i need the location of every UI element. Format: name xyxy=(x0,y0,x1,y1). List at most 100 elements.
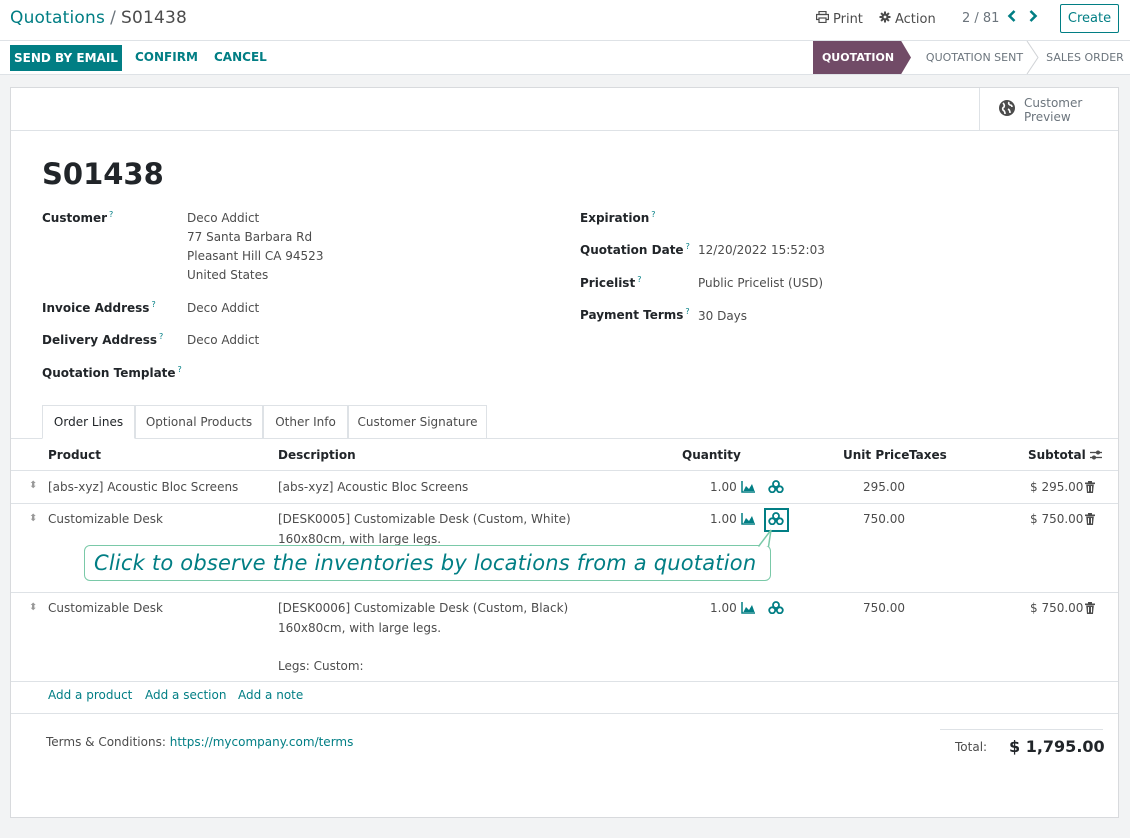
form-sheet: Customer Preview S01438 Customer? Deco A… xyxy=(10,87,1119,818)
customer-preview-button[interactable]: Customer Preview xyxy=(979,88,1118,131)
stage-quotation-sent[interactable]: QUOTATION SENT xyxy=(912,41,1037,74)
customer-name: Deco Addict xyxy=(187,211,260,225)
column-header-subtotal[interactable]: Subtotal xyxy=(1028,448,1086,462)
row1-subtotal: $ 295.00 xyxy=(1030,480,1084,494)
delivery-address-field[interactable]: Deco Addict xyxy=(187,331,259,350)
row3-quantity[interactable]: 1.00 xyxy=(710,598,737,618)
pricelist-label: Pricelist? xyxy=(580,275,642,290)
row2-unit-price[interactable]: 750.00 xyxy=(863,509,905,529)
breadcrumb-current: S01438 xyxy=(121,8,188,28)
quotation-template-label: Quotation Template? xyxy=(42,365,182,380)
row1-quantity[interactable]: 1.00 xyxy=(710,477,737,497)
chevron-right-icon[interactable] xyxy=(1028,9,1038,27)
expiration-label: Expiration? xyxy=(580,210,656,225)
inventory-locations-icon[interactable] xyxy=(768,601,784,614)
row2-subtotal: $ 750.00 xyxy=(1030,512,1084,526)
total-label: Total: xyxy=(955,740,988,754)
row3-description-line2[interactable]: 160x80cm, with large legs. xyxy=(278,618,441,638)
record-name: S01438 xyxy=(42,157,164,191)
stage-sales-order[interactable]: SALES ORDER xyxy=(1040,41,1130,74)
payment-terms-label: Payment Terms? xyxy=(580,307,690,322)
action-button[interactable]: Action xyxy=(879,11,936,27)
row3-description-line3[interactable]: Legs: Custom: xyxy=(278,656,364,676)
globe-icon xyxy=(998,99,1016,120)
column-header-quantity[interactable]: Quantity xyxy=(682,448,741,462)
customer-address-line1: 77 Santa Barbara Rd xyxy=(187,230,313,244)
instruction-callout: Click to observe the inventories by loca… xyxy=(84,545,771,581)
inventory-locations-icon[interactable] xyxy=(768,480,784,493)
forecast-chart-icon[interactable] xyxy=(741,602,756,614)
tab-other-info[interactable]: Other Info xyxy=(263,405,348,438)
row1-description[interactable]: [abs-xyz] Acoustic Bloc Screens xyxy=(278,477,468,497)
trash-icon[interactable] xyxy=(1085,513,1095,528)
preview-label-line2: Preview xyxy=(1024,109,1071,124)
trash-icon[interactable] xyxy=(1085,481,1095,496)
control-panel: Quotations / S01438 Print Action 2 / 81 Cr… xyxy=(0,0,1130,41)
tab-optional-products[interactable]: Optional Products xyxy=(135,405,263,438)
button-box: Customer Preview xyxy=(11,88,1118,131)
breadcrumb: Quotations / S01438 xyxy=(10,8,187,28)
payment-terms-field[interactable]: 30 Days xyxy=(698,307,747,326)
add-section-link[interactable]: Add a section xyxy=(145,688,226,702)
stage-quotation[interactable]: QUOTATION xyxy=(813,41,911,74)
trash-icon[interactable] xyxy=(1085,602,1095,617)
pager-value[interactable]: 2 / 81 xyxy=(962,11,999,26)
stage-divider xyxy=(1026,41,1039,74)
drag-handle-icon[interactable]: ⬍ xyxy=(29,480,37,491)
terms-url-link[interactable]: https://mycompany.com/terms xyxy=(170,735,354,749)
column-header-description[interactable]: Description xyxy=(278,448,356,462)
row1-unit-price[interactable]: 295.00 xyxy=(863,477,905,497)
add-note-link[interactable]: Add a note xyxy=(238,688,303,702)
row2-product[interactable]: Customizable Desk xyxy=(48,509,163,529)
row3-unit-price[interactable]: 750.00 xyxy=(863,598,905,618)
customer-address-line2: Pleasant Hill CA 94523 xyxy=(187,249,324,263)
quotation-date-field[interactable]: 12/20/2022 15:52:03 xyxy=(698,241,825,260)
print-icon xyxy=(816,10,830,27)
total-divider xyxy=(940,729,1103,730)
column-header-product[interactable]: Product xyxy=(48,448,101,462)
delivery-address-label: Delivery Address? xyxy=(42,332,164,347)
inventory-locations-icon[interactable] xyxy=(768,512,784,525)
invoice-address-label: Invoice Address? xyxy=(42,300,156,315)
create-button[interactable]: Create xyxy=(1060,4,1119,33)
row2-description-line1[interactable]: [DESK0005] Customizable Desk (Custom, Wh… xyxy=(278,509,571,529)
tab-order-lines[interactable]: Order Lines xyxy=(42,405,135,439)
column-header-taxes[interactable]: Taxes xyxy=(909,448,947,462)
column-settings-icon[interactable] xyxy=(1089,449,1103,461)
invoice-address-field[interactable]: Deco Addict xyxy=(187,299,259,318)
row3-description-line1[interactable]: [DESK0006] Customizable Desk (Custom, Bl… xyxy=(278,598,568,618)
send-by-email-button[interactable]: SEND BY EMAIL xyxy=(10,45,122,71)
forecast-chart-icon[interactable] xyxy=(741,513,756,525)
column-header-unit-price[interactable]: Unit Price xyxy=(843,448,909,462)
row-divider xyxy=(11,503,1118,504)
tab-customer-signature[interactable]: Customer Signature xyxy=(348,405,487,438)
customer-address-line3: United States xyxy=(187,268,269,282)
status-bar: SEND BY EMAIL CONFIRM CANCEL QUOTATION Q… xyxy=(0,41,1130,75)
print-button[interactable]: Print xyxy=(816,10,863,27)
row3-product[interactable]: Customizable Desk xyxy=(48,598,163,618)
chevron-left-icon[interactable] xyxy=(1007,9,1017,27)
row2-quantity[interactable]: 1.00 xyxy=(710,509,737,529)
quotation-date-label: Quotation Date? xyxy=(580,242,690,257)
preview-label-line1: Customer xyxy=(1024,95,1083,110)
row3-subtotal: $ 750.00 xyxy=(1030,601,1084,615)
drag-handle-icon[interactable]: ⬍ xyxy=(29,602,37,613)
row1-product[interactable]: [abs-xyz] Acoustic Bloc Screens xyxy=(48,477,238,497)
row-divider xyxy=(11,681,1118,682)
confirm-button[interactable]: CONFIRM xyxy=(135,50,198,64)
forecast-chart-icon[interactable] xyxy=(741,481,756,493)
terms-label: Terms & Conditions: xyxy=(46,735,166,749)
total-amount: $ 1,795.00 xyxy=(1009,737,1105,756)
cancel-button[interactable]: CANCEL xyxy=(214,50,267,64)
pricelist-field[interactable]: Public Pricelist (USD) xyxy=(698,274,823,293)
table-header-divider xyxy=(11,470,1118,471)
gear-icon xyxy=(879,11,891,27)
add-product-link[interactable]: Add a product xyxy=(48,688,132,702)
action-label: Action xyxy=(895,11,936,27)
breadcrumb-quotations-link[interactable]: Quotations xyxy=(10,8,105,28)
customer-field[interactable]: Deco Addict 77 Santa Barbara Rd Pleasant… xyxy=(187,209,323,285)
drag-handle-icon[interactable]: ⬍ xyxy=(29,513,37,524)
terms-and-conditions: Terms & Conditions: https://mycompany.co… xyxy=(46,735,353,749)
print-label: Print xyxy=(833,11,863,27)
breadcrumb-separator: / xyxy=(110,8,116,28)
